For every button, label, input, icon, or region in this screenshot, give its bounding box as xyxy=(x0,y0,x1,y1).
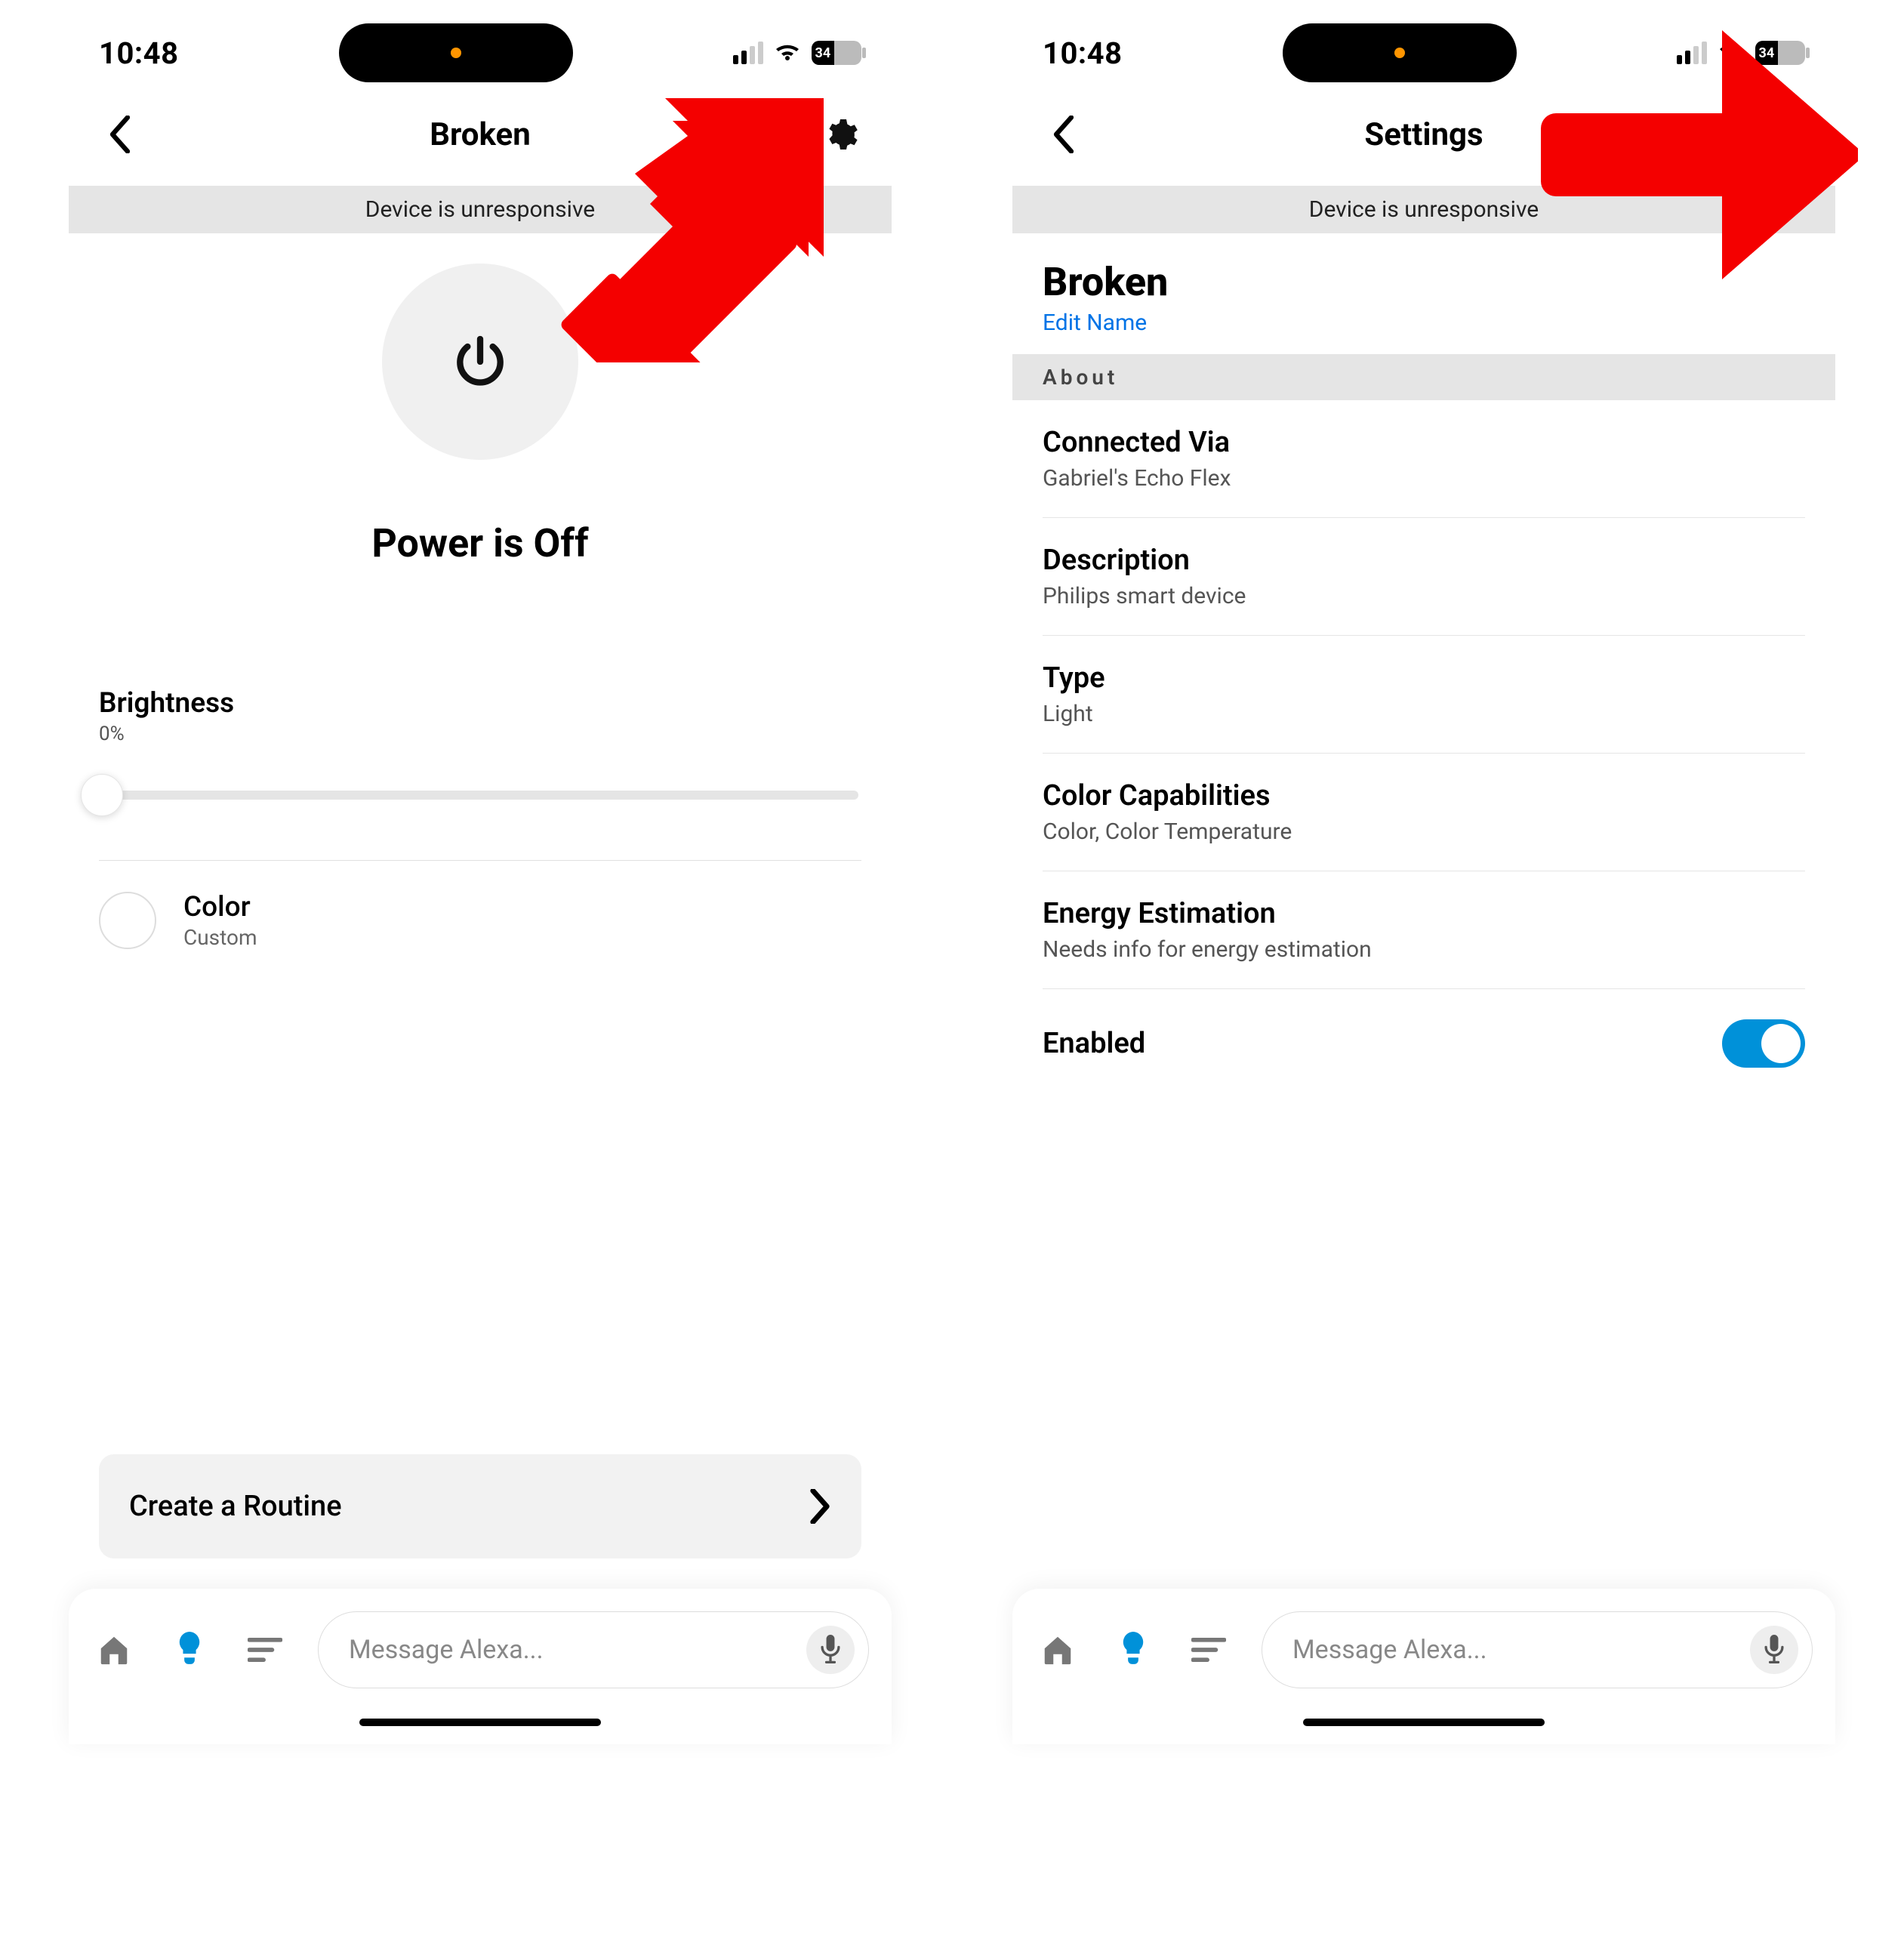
create-routine-label: Create a Routine xyxy=(129,1490,342,1523)
about-section-header: About xyxy=(1012,354,1835,400)
nav-more-button[interactable] xyxy=(242,1627,288,1672)
power-state-label: Power is Off xyxy=(371,520,588,566)
nav-devices-button[interactable] xyxy=(1111,1627,1156,1672)
color-label: Color xyxy=(183,891,257,923)
color-value: Custom xyxy=(183,925,257,950)
signal-icon xyxy=(733,42,763,64)
power-section: Power is Off xyxy=(69,233,892,566)
bottom-bar: Message Alexa... xyxy=(69,1589,892,1744)
battery-level: 34 xyxy=(815,45,831,61)
type-row[interactable]: Type Light xyxy=(1043,636,1805,754)
enabled-toggle[interactable] xyxy=(1722,1019,1805,1068)
brightness-section: Brightness 0% Color Custom xyxy=(69,566,892,980)
unresponsive-banner: Device is unresponsive xyxy=(69,186,892,233)
mic-button[interactable] xyxy=(1750,1626,1798,1674)
nav-header: Broken xyxy=(69,91,892,186)
status-right: 34 xyxy=(1677,41,1805,65)
home-indicator xyxy=(1303,1719,1545,1726)
alexa-input[interactable]: Message Alexa... xyxy=(1262,1611,1813,1688)
energy-estimation-title: Energy Estimation xyxy=(1043,897,1805,930)
bulb-icon xyxy=(1118,1632,1148,1668)
mic-icon xyxy=(1764,1635,1785,1665)
recording-dot xyxy=(451,48,461,58)
mic-icon xyxy=(820,1635,841,1665)
alexa-placeholder: Message Alexa... xyxy=(349,1635,791,1665)
status-time: 10:48 xyxy=(1043,35,1123,71)
color-capabilities-title: Color Capabilities xyxy=(1043,779,1805,812)
page-title: Broken xyxy=(430,116,531,153)
slider-thumb[interactable] xyxy=(81,774,123,816)
energy-estimation-row[interactable]: Energy Estimation Needs info for energy … xyxy=(1043,871,1805,989)
page-title: Settings xyxy=(1364,116,1483,153)
power-button[interactable] xyxy=(382,264,578,460)
alexa-placeholder: Message Alexa... xyxy=(1292,1635,1735,1665)
menu-icon xyxy=(1191,1637,1226,1663)
gear-icon xyxy=(822,116,858,153)
alexa-input[interactable]: Message Alexa... xyxy=(318,1611,869,1688)
nav-more-button[interactable] xyxy=(1186,1627,1231,1672)
connected-via-value: Gabriel's Echo Flex xyxy=(1043,465,1805,492)
connected-via-row[interactable]: Connected Via Gabriel's Echo Flex xyxy=(1043,400,1805,518)
brightness-value: 0% xyxy=(99,723,861,745)
wifi-icon xyxy=(774,42,801,63)
settings-button[interactable] xyxy=(819,113,861,156)
recording-dot xyxy=(1394,48,1405,58)
type-value: Light xyxy=(1043,701,1805,727)
brightness-slider[interactable] xyxy=(102,791,858,800)
nav-home-button[interactable] xyxy=(91,1627,137,1672)
enabled-label: Enabled xyxy=(1043,1027,1145,1060)
dynamic-island xyxy=(1283,23,1517,82)
toggle-knob xyxy=(1761,1024,1801,1063)
trash-icon xyxy=(1768,116,1800,153)
enabled-row: Enabled xyxy=(1012,989,1835,1068)
mic-button[interactable] xyxy=(806,1626,855,1674)
status-time: 10:48 xyxy=(99,35,179,71)
home-icon xyxy=(1040,1632,1075,1667)
nav-header: Settings xyxy=(1012,91,1835,186)
status-bar: 10:48 34 xyxy=(1012,0,1835,91)
create-routine-button[interactable]: Create a Routine xyxy=(99,1454,861,1558)
home-icon xyxy=(97,1632,131,1667)
power-icon xyxy=(450,331,510,392)
menu-icon xyxy=(248,1637,282,1663)
battery-icon: 34 xyxy=(812,41,861,65)
device-screen: 10:48 34 Broken Device is unresponsive P… xyxy=(69,0,892,1744)
nav-home-button[interactable] xyxy=(1035,1627,1080,1672)
back-button[interactable] xyxy=(99,113,141,156)
color-capabilities-value: Color, Color Temperature xyxy=(1043,819,1805,845)
battery-level: 34 xyxy=(1759,45,1775,61)
energy-estimation-value: Needs info for energy estimation xyxy=(1043,936,1805,963)
bottom-bar: Message Alexa... xyxy=(1012,1589,1835,1744)
chevron-left-icon xyxy=(1051,116,1077,153)
color-swatch xyxy=(99,892,156,949)
back-button[interactable] xyxy=(1043,113,1085,156)
edit-name-link[interactable]: Edit Name xyxy=(1043,310,1147,336)
signal-icon xyxy=(1677,42,1707,64)
device-name-block: Broken Edit Name xyxy=(1012,233,1835,354)
battery-icon: 34 xyxy=(1755,41,1805,65)
status-bar: 10:48 34 xyxy=(69,0,892,91)
type-title: Type xyxy=(1043,661,1805,695)
dynamic-island xyxy=(339,23,573,82)
description-row[interactable]: Description Philips smart device xyxy=(1043,518,1805,636)
bulb-icon xyxy=(174,1632,205,1668)
status-right: 34 xyxy=(733,41,861,65)
description-value: Philips smart device xyxy=(1043,583,1805,609)
device-name: Broken xyxy=(1043,259,1805,305)
home-indicator xyxy=(359,1719,601,1726)
nav-devices-button[interactable] xyxy=(167,1627,212,1672)
color-row[interactable]: Color Custom xyxy=(99,861,861,980)
chevron-left-icon xyxy=(107,116,133,153)
connected-via-title: Connected Via xyxy=(1043,426,1805,459)
delete-button[interactable] xyxy=(1763,113,1805,156)
unresponsive-banner: Device is unresponsive xyxy=(1012,186,1835,233)
brightness-label: Brightness xyxy=(99,687,861,720)
chevron-right-icon xyxy=(809,1489,831,1524)
color-capabilities-row[interactable]: Color Capabilities Color, Color Temperat… xyxy=(1043,754,1805,871)
wifi-icon xyxy=(1718,42,1745,63)
settings-screen: 10:48 34 Settings Device is unresponsive… xyxy=(1012,0,1835,1744)
description-title: Description xyxy=(1043,544,1805,577)
